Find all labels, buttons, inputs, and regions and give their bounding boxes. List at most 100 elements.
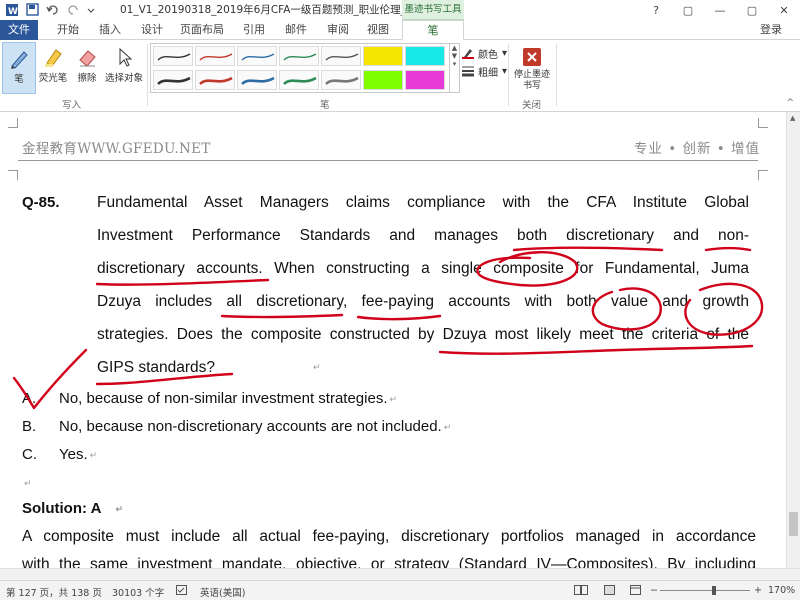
zoom-slider[interactable] (660, 590, 750, 591)
web-layout-icon[interactable] (630, 585, 642, 599)
word-count[interactable]: 30103 个字 (112, 585, 164, 599)
horizontal-scrollbar[interactable] (0, 568, 800, 580)
undo-icon[interactable] (46, 3, 60, 17)
pen-tool-button[interactable]: 笔 (2, 42, 36, 94)
zoom-in-button[interactable]: + (754, 585, 762, 596)
scroll-up-icon[interactable]: ▲ (790, 114, 795, 122)
ribbon-tabs: 文件 开始 插入 设计 页面布局 引用 邮件 审阅 视图 笔 登录 (0, 20, 800, 40)
zoom-level[interactable]: 170% (768, 585, 795, 596)
question-line: Fundamental Asset Managers claims compli… (97, 194, 749, 211)
vertical-scrollbar[interactable]: ▲ (786, 112, 800, 568)
question-number: Q-85. (22, 194, 60, 211)
solution-title: Solution: A ↵ (22, 500, 123, 517)
color-icon (462, 49, 474, 59)
pen-style[interactable] (279, 46, 319, 66)
solution-line: with the same investment mandate, object… (22, 556, 756, 568)
pen-style[interactable] (279, 70, 319, 90)
highlighter-style[interactable] (405, 46, 445, 66)
highlighter-style[interactable] (405, 70, 445, 90)
proofing-icon[interactable] (176, 585, 188, 599)
redo-icon[interactable] (66, 3, 80, 17)
customize-toolbar-icon[interactable] (86, 3, 100, 17)
status-bar: 第 127 页，共 138 页 30103 个字 英语(美国) − + 170% (0, 580, 800, 600)
stop-inking-button[interactable]: 停止墨迹书写 (512, 42, 552, 94)
option-letter: A. (22, 390, 37, 407)
cursor-arrow-icon (119, 47, 133, 67)
highlighter-button[interactable]: 荧光笔 (36, 42, 70, 94)
tab-review[interactable]: 审阅 (320, 20, 356, 40)
word-app-icon[interactable]: W (6, 3, 20, 17)
tab-view[interactable]: 视图 (360, 20, 396, 40)
pen-style[interactable] (195, 70, 235, 90)
pen-group-label: 笔 (320, 100, 330, 111)
title-bar: W 01_V1_20190318_2019年6月CFA一级百题预测_职业伦理_金… (0, 0, 800, 20)
tab-file[interactable]: 文件 (0, 20, 38, 40)
option-text: No, because non-discretionary accounts a… (59, 418, 452, 435)
tab-design[interactable]: 设计 (134, 20, 170, 40)
close-button[interactable]: ✕ (768, 0, 800, 20)
eraser-button[interactable]: 擦除 (70, 42, 104, 94)
eraser-icon (79, 50, 96, 67)
page-header-left: 金程教育WWW.GFEDU.NET (22, 141, 211, 157)
highlighter-style[interactable] (363, 70, 403, 90)
thickness-dropdown[interactable]: 粗细 ▾ (462, 62, 507, 80)
group-separator (556, 44, 557, 106)
select-objects-button[interactable]: 选择对象 (104, 42, 144, 94)
tab-home[interactable]: 开始 (50, 20, 86, 40)
gallery-scroll[interactable]: ▲ ▼ ▾ (450, 43, 460, 93)
option-letter: C. (22, 446, 37, 463)
ribbon-display-button[interactable]: ▢ (672, 0, 704, 20)
margin-corner-mark (758, 170, 768, 180)
tab-mailings[interactable]: 邮件 (278, 20, 314, 40)
ribbon: 笔 荧光笔 擦除 选择对象 写入 ▲ ▼ ▾ 颜色 ▾ 粗细 ▾ 笔 停止墨迹书… (0, 40, 800, 112)
color-label: 颜色 (478, 49, 498, 61)
tab-pen[interactable]: 笔 (402, 20, 464, 40)
tab-insert[interactable]: 插入 (92, 20, 128, 40)
read-mode-icon[interactable] (574, 585, 588, 599)
pen-style[interactable] (153, 70, 193, 90)
paragraph-mark: ↵ (389, 393, 398, 404)
highlighter-label: 荧光笔 (38, 73, 68, 84)
question-line: Investment Performance Standards and man… (97, 227, 749, 244)
save-icon[interactable] (26, 3, 40, 17)
color-dropdown[interactable]: 颜色 ▾ (462, 44, 507, 62)
tab-page-layout[interactable]: 页面布局 (176, 20, 228, 40)
tab-references[interactable]: 引用 (236, 20, 272, 40)
stop-inking-label: 停止墨迹书写 (513, 70, 550, 91)
paragraph-mark: ↵ (313, 362, 321, 373)
group-separator (508, 44, 509, 106)
paragraph-mark: ↵ (24, 478, 32, 488)
collapse-ribbon-icon[interactable]: ^ (786, 98, 794, 108)
print-layout-icon[interactable] (604, 585, 616, 599)
paragraph-mark: ↵ (115, 503, 123, 514)
highlighter-icon (45, 49, 62, 67)
write-group-label: 写入 (62, 100, 82, 111)
page-count[interactable]: 第 127 页，共 138 页 (6, 585, 102, 599)
language-indicator[interactable]: 英语(美国) (200, 585, 245, 599)
page-header-right: 专业 • 创新 • 增值 (633, 141, 760, 157)
paragraph-mark: ↵ (89, 449, 98, 460)
help-button[interactable]: ? (640, 0, 672, 20)
zoom-slider-thumb[interactable] (712, 586, 716, 595)
pen-style[interactable] (237, 46, 277, 66)
minimize-button[interactable]: — (704, 0, 736, 20)
quick-access-toolbar: W (0, 0, 100, 20)
pen-style[interactable] (321, 46, 361, 66)
highlighter-style[interactable] (363, 46, 403, 66)
pen-style[interactable] (237, 70, 277, 90)
pen-style[interactable] (153, 46, 193, 66)
pen-icon (11, 51, 28, 69)
maximize-button[interactable]: ▢ (736, 0, 768, 20)
close-group-label: 关闭 (522, 100, 542, 111)
question-line: discretionary accounts. When constructin… (97, 260, 749, 277)
group-separator (147, 44, 148, 106)
scroll-thumb[interactable] (789, 512, 798, 536)
option-text: No, because of non-similar investment st… (59, 390, 398, 407)
pen-style[interactable] (321, 70, 361, 90)
pen-style[interactable] (195, 46, 235, 66)
thickness-label: 粗细 (478, 67, 498, 79)
select-objects-label: 选择对象 (104, 73, 143, 84)
zoom-out-button[interactable]: − (650, 585, 658, 596)
login-link[interactable]: 登录 (760, 20, 782, 40)
window-title: 01_V1_20190318_2019年6月CFA一级百题预测_职业伦理_金程.… (120, 4, 437, 16)
